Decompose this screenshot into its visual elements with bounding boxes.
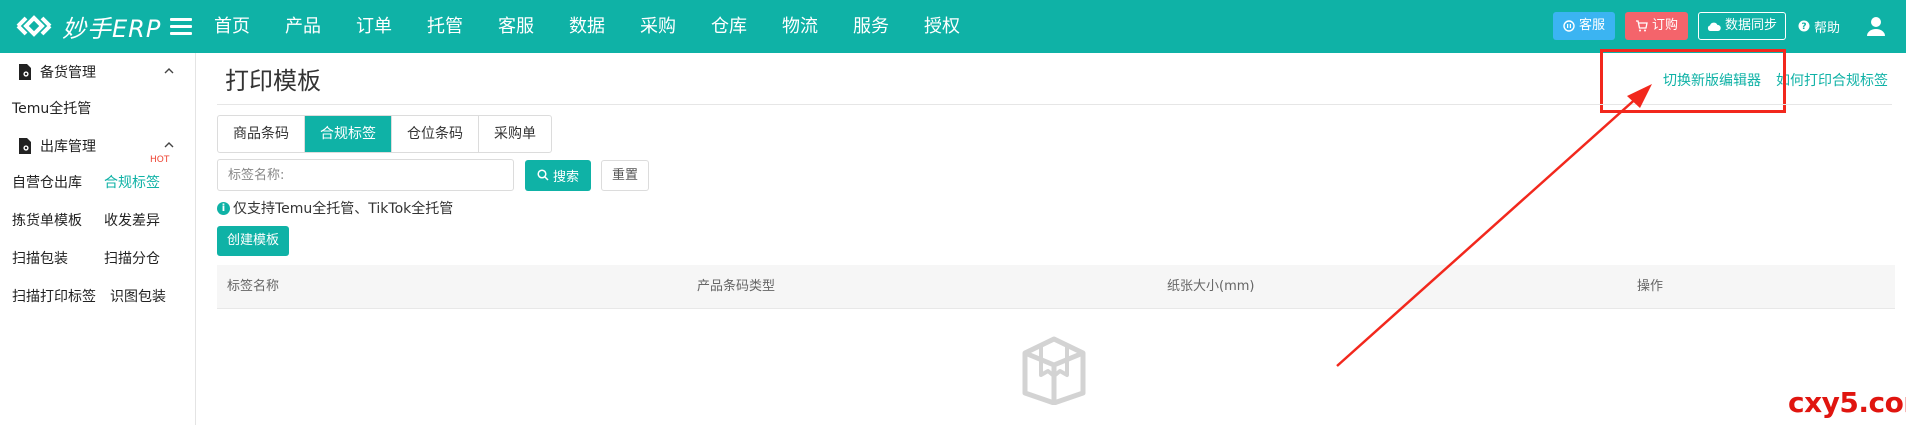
info-icon: i <box>217 201 230 215</box>
document-icon <box>19 64 31 80</box>
customer-service-button[interactable]: 客服 <box>1552 12 1615 40</box>
tab-compliance-label[interactable]: 合规标签 <box>305 116 392 152</box>
table-header: 标签名称 产品条码类型 纸张大小(mm) 操作 <box>217 265 1895 309</box>
col-barcode-type: 产品条码类型 <box>697 279 776 294</box>
sidebar-item-label: 合规标签 <box>104 175 160 191</box>
sidebar-row: 自营仓出库 合规标签 HOT <box>0 155 195 202</box>
logo-text: 妙手ERP <box>62 14 162 43</box>
how-to-print-link[interactable]: 如何打印合规标签 <box>1776 70 1888 90</box>
divider <box>217 104 1892 105</box>
sidebar-item-picking-template[interactable]: 拣货单模板 <box>12 202 104 240</box>
menu-toggle-icon[interactable] <box>170 14 192 38</box>
col-label-name: 标签名称 <box>227 279 280 294</box>
topbar-actions: 客服 订购 数据同步 ? 帮助 <box>1552 11 1886 41</box>
nav-orders[interactable]: 订单 <box>356 0 392 53</box>
sidebar-item-scan-pack[interactable]: 扫描包装 <box>12 240 104 278</box>
data-sync-label: 数据同步 <box>1724 18 1777 33</box>
help-link[interactable]: ? 帮助 <box>1798 17 1840 36</box>
question-icon: ? <box>1798 20 1810 32</box>
chevron-up-icon <box>164 142 174 148</box>
template-tabs: 商品条码 合规标签 仓位条码 采购单 <box>217 115 552 153</box>
main-content: 打印模板 切换新版编辑器 如何打印合规标签 商品条码 合规标签 仓位条码 采购单… <box>197 49 1906 425</box>
sidebar-group-stock[interactable]: 备货管理 <box>0 54 195 90</box>
chevron-up-icon <box>164 68 174 74</box>
sidebar-group-label: 出库管理 <box>40 139 96 155</box>
col-actions: 操作 <box>1637 279 1664 294</box>
page-title: 打印模板 <box>225 67 321 95</box>
tab-location-barcode[interactable]: 仓位条码 <box>392 116 479 152</box>
sidebar-item-image-pack[interactable]: 识图包装 <box>110 278 166 316</box>
nav-data[interactable]: 数据 <box>569 0 605 53</box>
search-icon <box>537 169 549 181</box>
search-bar: 搜索 重置 <box>217 159 650 191</box>
main-nav: 首页 产品 订单 托管 客服 数据 采购 仓库 物流 服务 授权 <box>214 0 995 53</box>
tab-purchase-order[interactable]: 采购单 <box>479 116 551 152</box>
user-icon[interactable] <box>1866 16 1886 36</box>
create-template-button[interactable]: 创建模板 <box>217 226 290 256</box>
sidebar-row: 拣货单模板 收发差异 <box>0 202 195 240</box>
reset-button[interactable]: 重置 <box>601 159 650 191</box>
search-button[interactable]: 搜索 <box>525 159 592 191</box>
sidebar-row: 扫描打印标签 识图包装 <box>0 278 195 316</box>
nav-home[interactable]: 首页 <box>214 0 250 53</box>
sidebar-item-diff[interactable]: 收发差异 <box>104 202 160 240</box>
support-note: i 仅支持Temu全托管、TikTok全托管 <box>217 198 453 218</box>
sidebar-item-own-warehouse[interactable]: 自营仓出库 <box>12 164 104 202</box>
data-sync-button[interactable]: 数据同步 <box>1697 12 1786 40</box>
sidebar-item-compliance-label[interactable]: 合规标签 HOT <box>104 155 169 202</box>
nav-authorize[interactable]: 授权 <box>924 0 960 53</box>
order-button[interactable]: 订购 <box>1624 12 1688 40</box>
nav-warehouse[interactable]: 仓库 <box>711 0 747 53</box>
document-icon <box>19 138 31 154</box>
sidebar: 备货管理 Temu全托管 出库管理 自营仓出库 合规标签 HOT 拣货单模板 收发… <box>0 53 196 425</box>
order-label: 订购 <box>1651 18 1678 33</box>
hot-badge: HOT <box>150 155 170 165</box>
help-label: 帮助 <box>1813 20 1840 36</box>
support-note-text: 仅支持Temu全托管、TikTok全托管 <box>233 201 454 217</box>
sidebar-item-temu[interactable]: Temu全托管 <box>0 90 195 128</box>
nav-logistics[interactable]: 物流 <box>782 0 818 53</box>
tab-product-barcode[interactable]: 商品条码 <box>218 116 305 152</box>
label-name-input[interactable] <box>217 159 514 191</box>
cloud-icon <box>1707 22 1721 31</box>
chat-icon <box>1563 20 1575 32</box>
svg-text:?: ? <box>1801 22 1806 32</box>
nav-service[interactable]: 客服 <box>498 0 534 53</box>
cart-icon <box>1635 20 1648 32</box>
col-paper-size: 纸张大小(mm) <box>1167 279 1255 294</box>
sidebar-item-scan-split[interactable]: 扫描分仓 <box>104 240 160 278</box>
customer-service-label: 客服 <box>1578 18 1605 33</box>
logo-mark-icon <box>16 15 52 37</box>
sidebar-group-label: 备货管理 <box>40 65 96 81</box>
sidebar-item-scan-print[interactable]: 扫描打印标签 <box>12 278 110 316</box>
top-navbar: 妙手ERP 首页 产品 订单 托管 客服 数据 采购 仓库 物流 服务 授权 客… <box>0 0 1906 53</box>
nav-services[interactable]: 服务 <box>853 0 889 53</box>
nav-hosting[interactable]: 托管 <box>427 0 463 53</box>
watermark: cxy5.com <box>1788 386 1906 419</box>
sidebar-row: 扫描包装 扫描分仓 <box>0 240 195 278</box>
search-button-label: 搜索 <box>553 169 580 185</box>
nav-purchase[interactable]: 采购 <box>640 0 676 53</box>
nav-products[interactable]: 产品 <box>285 0 321 53</box>
logo[interactable]: 妙手ERP <box>14 6 161 46</box>
empty-box-icon <box>1022 336 1086 405</box>
